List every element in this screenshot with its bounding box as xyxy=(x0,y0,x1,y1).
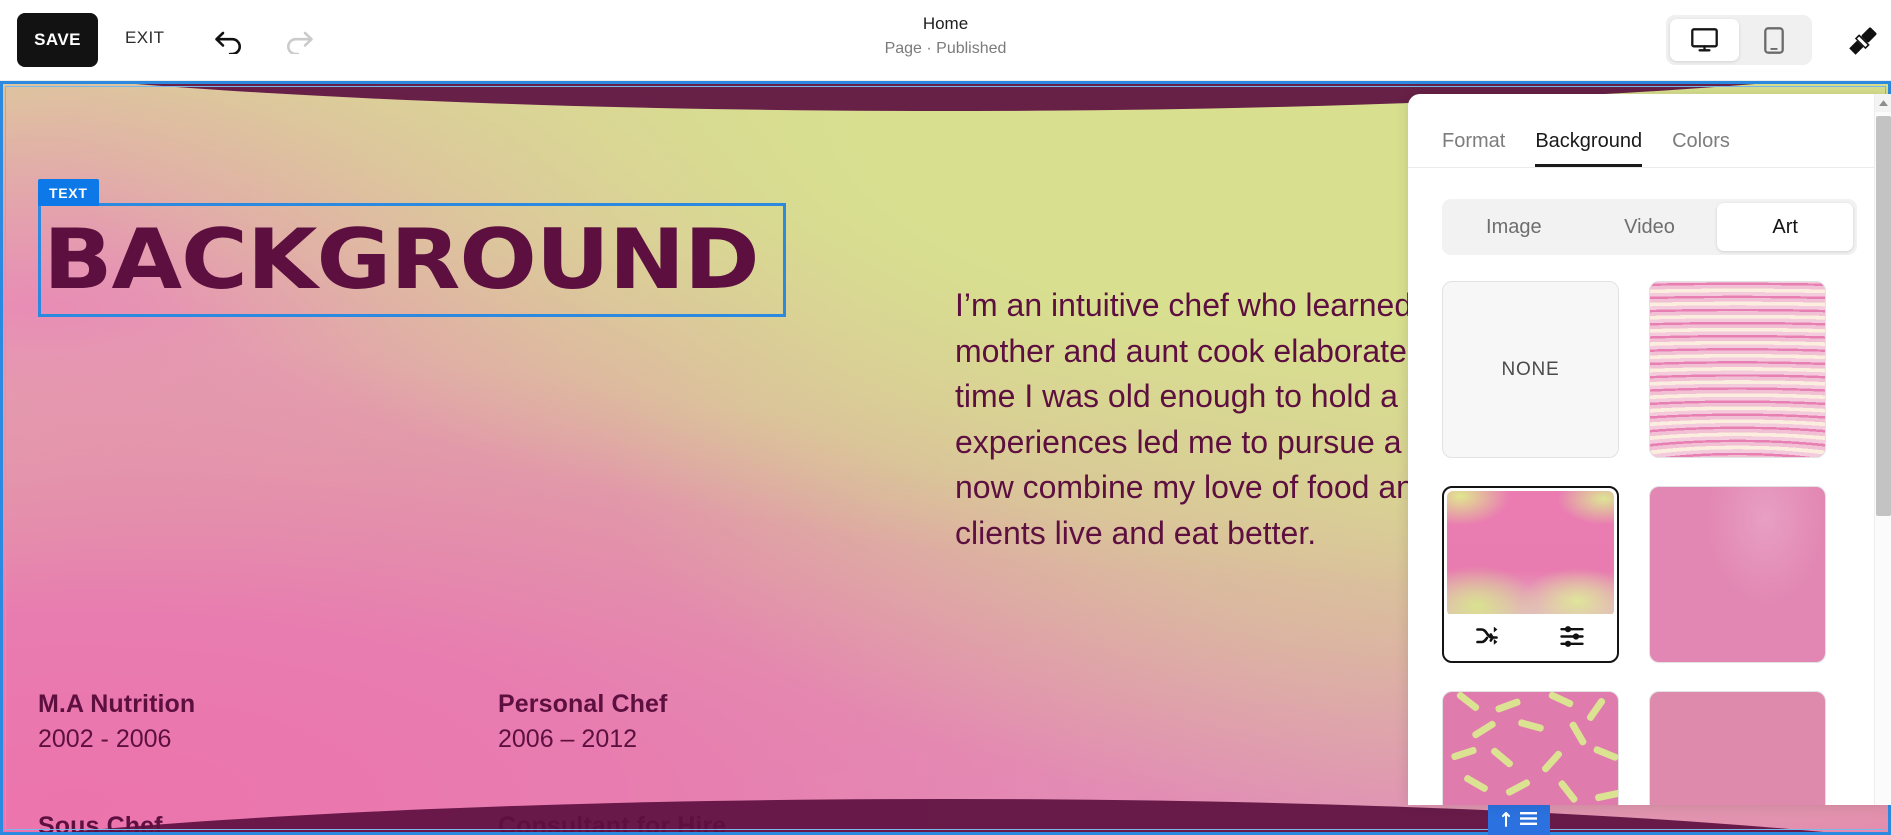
undo-button[interactable] xyxy=(209,20,251,62)
panel-content: Image Video Art NONE xyxy=(1408,168,1891,805)
exit-button[interactable]: EXIT xyxy=(125,28,164,48)
panel-scrollbar[interactable] xyxy=(1874,94,1891,805)
art-tile-solid2[interactable] xyxy=(1649,691,1826,805)
paintbrush-icon xyxy=(1849,27,1877,55)
resume-item-title: Sous Chef xyxy=(38,812,163,835)
save-button[interactable]: SAVE xyxy=(17,13,98,67)
art-thumbnail-confetti xyxy=(1443,692,1618,805)
resume-item-title: Consultant for Hire xyxy=(498,812,727,835)
segment-video[interactable]: Video xyxy=(1582,203,1718,251)
art-tile-none[interactable]: NONE xyxy=(1442,281,1619,458)
art-tile-confetti[interactable] xyxy=(1442,691,1619,805)
editor-root: TEXT BACKGROUND I’m an intuitive chef wh… xyxy=(0,0,1891,835)
section-reorder-handle[interactable] xyxy=(1488,801,1550,835)
theme-design-button[interactable] xyxy=(1837,18,1889,64)
resume-item[interactable]: Sous Chef 2012 – 2015 xyxy=(38,811,498,835)
art-thumbnail-solid xyxy=(1650,487,1825,662)
sliders-settings-icon xyxy=(1560,625,1584,647)
art-settings-button[interactable] xyxy=(1549,618,1595,654)
resume-grid: M.A Nutrition 2002 - 2006 Personal Chef … xyxy=(38,689,1118,835)
resume-item-title: M.A Nutrition xyxy=(38,690,196,718)
tab-format[interactable]: Format xyxy=(1442,130,1505,167)
scrollbar-thumb[interactable] xyxy=(1876,116,1891,516)
mobile-view-button[interactable] xyxy=(1739,19,1808,61)
art-thumbnail-waves xyxy=(1650,282,1825,457)
undo-arrow-icon xyxy=(215,31,241,54)
scrollbar-up-button[interactable] xyxy=(1875,94,1891,112)
heading-text-element[interactable]: TEXT BACKGROUND xyxy=(38,179,786,317)
resume-row: Sous Chef 2012 – 2015 Consultant for Hir… xyxy=(38,811,1118,835)
art-thumbnail-solid2 xyxy=(1650,692,1825,805)
resume-item[interactable]: M.A Nutrition 2002 - 2006 xyxy=(38,689,498,755)
scroll-up-arrow-icon xyxy=(1879,100,1888,106)
resume-row: M.A Nutrition 2002 - 2006 Personal Chef … xyxy=(38,689,1118,755)
resume-item-dates: 2002 - 2006 xyxy=(38,725,172,753)
art-tile-solid[interactable] xyxy=(1649,486,1826,663)
art-tile-waves[interactable] xyxy=(1649,281,1826,458)
resume-item[interactable]: Consultant for Hire 2015 – Present xyxy=(498,811,958,835)
editor-toolbar: SAVE EXIT Home Page · Published xyxy=(0,0,1891,81)
mobile-phone-icon xyxy=(1763,26,1784,54)
art-thumbnail-mesh xyxy=(1447,491,1614,616)
element-type-badge: TEXT xyxy=(38,179,99,206)
move-section-icon xyxy=(1502,811,1510,827)
page-title: BACKGROUND xyxy=(43,212,760,308)
panel-tab-bar: Format Background Colors xyxy=(1408,94,1891,168)
tab-colors[interactable]: Colors xyxy=(1672,130,1730,167)
art-tile-mesh[interactable] xyxy=(1442,486,1619,663)
tab-background[interactable]: Background xyxy=(1535,130,1642,167)
background-type-segmented-control: Image Video Art xyxy=(1442,199,1857,255)
resume-item-dates: 2006 – 2012 xyxy=(498,725,638,753)
device-preview-toggle xyxy=(1666,15,1812,65)
art-tile-action-bar xyxy=(1447,614,1614,658)
shuffle-icon xyxy=(1476,626,1499,645)
resume-item[interactable]: Personal Chef 2006 – 2012 xyxy=(498,689,958,755)
list-lines-icon xyxy=(1520,811,1537,825)
desktop-view-button[interactable] xyxy=(1670,19,1739,61)
shuffle-button[interactable] xyxy=(1466,618,1512,654)
redo-arrow-icon xyxy=(287,31,313,54)
desktop-monitor-icon xyxy=(1691,28,1718,52)
segment-art[interactable]: Art xyxy=(1717,203,1854,251)
none-label: NONE xyxy=(1501,358,1560,380)
segment-image[interactable]: Image xyxy=(1446,203,1582,251)
art-tile-grid: NONE xyxy=(1442,281,1857,805)
resume-item-title: Personal Chef xyxy=(498,690,668,718)
redo-button[interactable] xyxy=(277,20,319,62)
background-settings-panel: Format Background Colors Image Video Art… xyxy=(1408,94,1891,805)
